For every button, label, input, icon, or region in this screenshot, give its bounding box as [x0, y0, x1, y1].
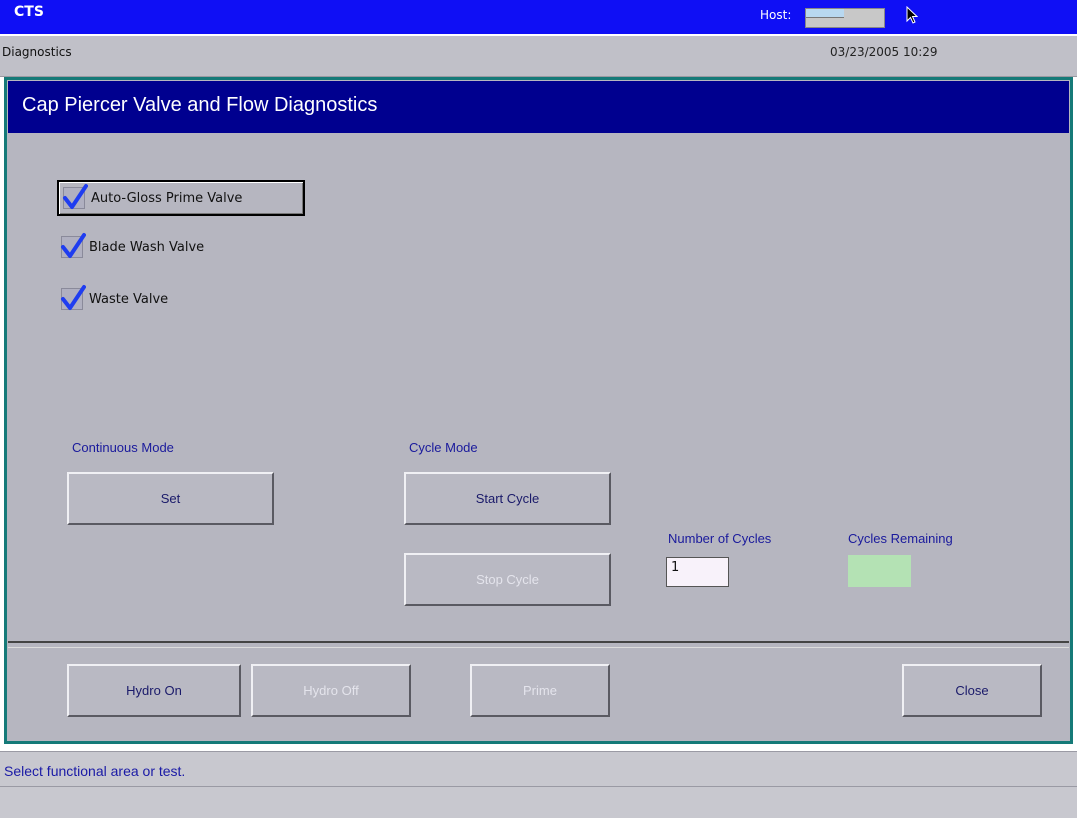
checkbox-box	[61, 285, 86, 310]
title-bar: CTS Host:	[0, 0, 1077, 34]
host-label: Host:	[760, 8, 792, 22]
prime-button[interactable]: Prime	[470, 664, 610, 717]
waste-valve-checkbox[interactable]: Waste Valve	[61, 282, 168, 316]
status-bar: Select functional area or test.	[0, 751, 1077, 787]
cycles-remaining-display	[848, 555, 911, 587]
checkbox-box	[61, 233, 86, 258]
number-of-cycles-label: Number of Cycles	[668, 531, 772, 546]
close-button[interactable]: Close	[902, 664, 1042, 717]
page-title: Cap Piercer Valve and Flow Diagnostics	[22, 94, 378, 116]
start-cycle-button[interactable]: Start Cycle	[404, 472, 611, 525]
app-title: CTS	[14, 4, 44, 20]
number-of-cycles-input[interactable]: 1	[666, 557, 729, 587]
cycle-mode-label: Cycle Mode	[409, 440, 478, 455]
host-status-fill	[806, 9, 844, 18]
panel-title-bar: Cap Piercer Valve and Flow Diagnostics	[8, 81, 1069, 133]
hydro-on-button[interactable]: Hydro On	[67, 664, 241, 717]
section-name: Diagnostics	[2, 45, 72, 59]
datetime: 03/23/2005 10:29	[830, 45, 938, 59]
checkmark-icon	[61, 285, 86, 310]
header-bar: Diagnostics 03/23/2005 10:29	[0, 36, 1077, 77]
set-button[interactable]: Set	[67, 472, 274, 525]
continuous-mode-label: Continuous Mode	[72, 440, 174, 455]
host-status-meter	[805, 8, 885, 28]
stop-cycle-button[interactable]: Stop Cycle	[404, 553, 611, 606]
panel-divider	[8, 641, 1069, 648]
checkbox-box	[63, 184, 88, 209]
status-bar-secondary	[0, 787, 1077, 818]
valve-label: Blade Wash Valve	[89, 239, 205, 255]
auto-gloss-prime-valve-checkbox[interactable]: Auto-Gloss Prime Valve	[57, 180, 305, 216]
mouse-pointer-icon	[906, 6, 918, 24]
cycles-remaining-label: Cycles Remaining	[848, 531, 953, 546]
hydro-off-button[interactable]: Hydro Off	[251, 664, 411, 717]
checkmark-icon	[63, 184, 88, 209]
blade-wash-valve-checkbox[interactable]: Blade Wash Valve	[61, 230, 204, 264]
checkmark-icon	[61, 233, 86, 258]
valve-label: Auto-Gloss Prime Valve	[91, 190, 243, 206]
status-message: Select functional area or test.	[4, 763, 186, 779]
valve-label: Waste Valve	[89, 291, 169, 307]
